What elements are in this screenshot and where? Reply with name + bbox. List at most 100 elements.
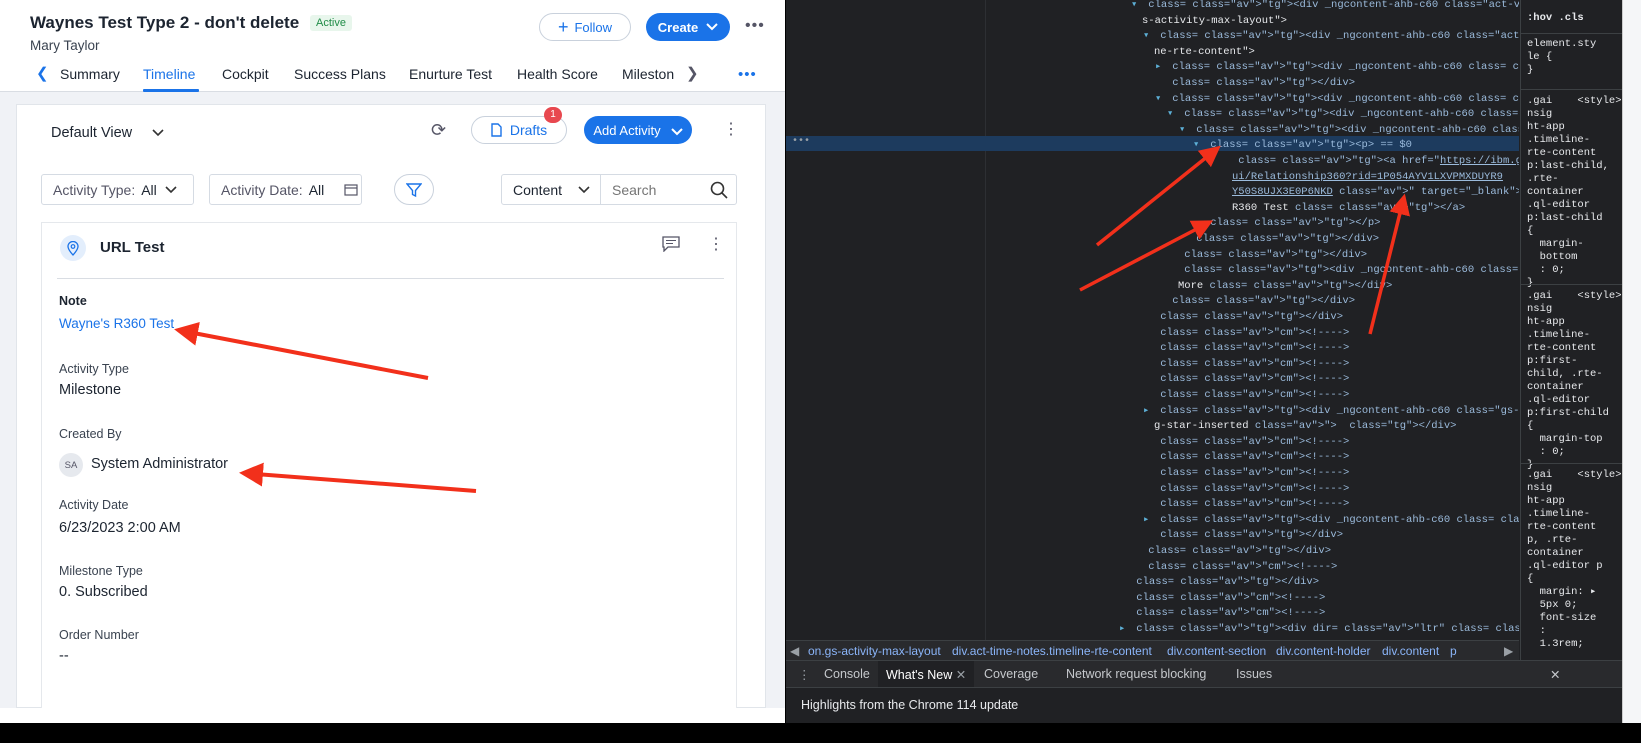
kebab-menu-icon[interactable]: ⋮: [723, 119, 739, 139]
tab-summary[interactable]: Summary: [60, 66, 120, 82]
more-tabs-icon[interactable]: •••: [738, 66, 757, 83]
node-actions-icon[interactable]: •••: [792, 136, 810, 147]
tab-network-request-blocking[interactable]: Network request blocking: [1066, 667, 1206, 681]
dom-node-line[interactable]: class= class="av">"cm"><!---->: [1154, 482, 1349, 498]
dom-node-line[interactable]: Y50S8UJX3E0P6NKD class="av">" target="_b…: [1232, 185, 1519, 201]
dom-node-line[interactable]: class= class="av">"cm"><!---->: [1154, 435, 1349, 451]
chevron-right-icon[interactable]: ❯: [686, 64, 699, 82]
note-link[interactable]: Wayne's R360 Test: [59, 316, 174, 331]
filter-icon[interactable]: [394, 174, 434, 205]
crumb-item[interactable]: div.content-holder: [1276, 644, 1371, 658]
dom-node-line[interactable]: ▾ class= class="av">"tg"><p> == $0: [1193, 138, 1412, 154]
expand-caret-icon[interactable]: ▸: [1155, 60, 1161, 76]
dom-node-line[interactable]: class= class="av">"tg"></div>: [1166, 76, 1355, 92]
dom-node-line[interactable]: ▸ class= class="av">"tg"><div dir= class…: [1119, 622, 1519, 638]
dom-node-line[interactable]: class= class="av">"cm"><!---->: [1130, 606, 1325, 622]
expand-caret-icon[interactable]: ▾: [1143, 29, 1149, 45]
tab-issues[interactable]: Issues: [1236, 667, 1272, 681]
dom-node-line[interactable]: ▾ class= class="av">"tg"><div _ngcontent…: [1143, 29, 1519, 45]
create-button[interactable]: Create: [646, 13, 730, 41]
expand-caret-icon[interactable]: ▸: [1119, 622, 1125, 638]
expand-caret-icon[interactable]: ▾: [1193, 138, 1199, 154]
dom-node-line[interactable]: class= class="av">"tg"></div>: [1190, 232, 1379, 248]
crumb-scroll-left-icon[interactable]: ◀: [790, 644, 799, 658]
tab-health-score[interactable]: Health Score: [517, 66, 598, 82]
crumb-item[interactable]: div.act-time-notes.timeline-rte-content: [952, 644, 1152, 658]
dom-node-line[interactable]: class= class="av">"tg"></div>: [1142, 544, 1331, 560]
dom-node-line[interactable]: ▾ class= class="av">"tg"><div _ngcontent…: [1131, 0, 1519, 14]
close-icon[interactable]: ✕: [956, 668, 966, 682]
tab-coverage[interactable]: Coverage: [984, 667, 1038, 681]
dom-node-line[interactable]: class= class="av">"tg"></div>: [1166, 294, 1355, 310]
dom-node-line[interactable]: ▸ class= class="av">"tg"><div _ngcontent…: [1155, 60, 1519, 76]
activity-title: URL Test: [100, 239, 165, 256]
dom-node-line[interactable]: class= class="av">"cm"><!---->: [1154, 388, 1349, 404]
view-selector[interactable]: Default View: [51, 125, 164, 141]
more-options-icon[interactable]: •••: [745, 17, 765, 35]
expand-caret-icon[interactable]: ▾: [1167, 107, 1173, 123]
crumb-item[interactable]: div.content: [1382, 644, 1439, 658]
expand-caret-icon[interactable]: ▾: [1155, 92, 1161, 108]
follow-button[interactable]: + Follow: [539, 13, 631, 41]
dom-node-line[interactable]: More class= class="av">"tg"></div>: [1178, 279, 1392, 295]
activity-date-filter[interactable]: Activity Date: All: [209, 174, 362, 205]
add-activity-button[interactable]: Add Activity: [584, 116, 692, 144]
style-rule[interactable]: .gai <style> nsig ht-app .timeline- rte-…: [1527, 95, 1622, 290]
dom-node-line[interactable]: class= class="av">"cm"><!---->: [1154, 326, 1349, 342]
style-rule[interactable]: .gai <style> nsig ht-app .timeline- rte-…: [1527, 469, 1622, 651]
dom-node-line[interactable]: ne-rte-content">: [1154, 45, 1255, 61]
dom-node-line[interactable]: class= class="av">"cm"><!---->: [1154, 372, 1349, 388]
dom-node-line[interactable]: class= class="av">"tg"></div>: [1130, 575, 1319, 591]
dom-node-line[interactable]: class= class="av">"tg"></p>: [1204, 216, 1380, 232]
search-icon[interactable]: [710, 181, 728, 199]
dom-node-line[interactable]: g-star-inserted class="av">"> class="tg"…: [1154, 419, 1456, 435]
dom-node-line[interactable]: class= class="av">"cm"><!---->: [1154, 497, 1349, 513]
expand-caret-icon[interactable]: ▸: [1143, 513, 1149, 529]
dom-node-line[interactable]: ▾ class= class="av">"tg"><div _ngcontent…: [1179, 123, 1519, 139]
tab-timeline[interactable]: Timeline: [143, 66, 195, 82]
dom-node-line[interactable]: ▸ class= class="av">"tg"><div _ngcontent…: [1143, 404, 1519, 420]
dom-node-line[interactable]: class= class="av">"tg"></div>: [1154, 528, 1343, 544]
style-rule[interactable]: element.sty le { }: [1527, 38, 1596, 77]
search-input[interactable]: [612, 181, 707, 198]
close-drawer-icon[interactable]: ✕: [1550, 667, 1560, 682]
activity-type-filter[interactable]: Activity Type: All: [41, 174, 194, 205]
dom-node-line[interactable]: class= class="av">"tg"><a href="https://…: [1232, 154, 1519, 170]
dom-node-line[interactable]: class= class="av">"cm"><!---->: [1142, 560, 1337, 576]
dom-node-line[interactable]: ui/Relationship360?rid=1P054AYV1LXVPMXDU…: [1232, 170, 1503, 186]
tab-cockpit[interactable]: Cockpit: [222, 66, 269, 82]
crumb-item[interactable]: p: [1450, 644, 1457, 658]
tab-console[interactable]: Console: [824, 667, 870, 681]
comment-icon[interactable]: [662, 236, 680, 252]
dom-node-line[interactable]: ▸ class= class="av">"tg"><div _ngcontent…: [1143, 513, 1519, 529]
dom-node-line[interactable]: R360 Test class= class="av">"tg"></a>: [1232, 201, 1465, 217]
crumb-scroll-right-icon[interactable]: ▶: [1504, 644, 1513, 658]
tab-whats-new[interactable]: What's New ✕: [878, 661, 975, 688]
expand-caret-icon[interactable]: ▾: [1179, 123, 1185, 139]
tab-enurture-test[interactable]: Enurture Test: [409, 66, 492, 82]
crumb-item[interactable]: on.gs-activity-max-layout: [808, 644, 941, 658]
dom-node-line[interactable]: class= class="av">"cm"><!---->: [1154, 357, 1349, 373]
dom-node-line[interactable]: class= class="av">"cm"><!---->: [1154, 450, 1349, 466]
dom-node-line[interactable]: class= class="av">"tg"></div>: [1178, 248, 1367, 264]
dom-node-line[interactable]: ▾ class= class="av">"tg"><div _ngcontent…: [1155, 92, 1519, 108]
dom-node-line[interactable]: class= class="av">"cm"><!---->: [1154, 341, 1349, 357]
tab-milestone[interactable]: Mileston: [622, 66, 674, 82]
dom-node-line[interactable]: class= class="av">"cm"><!---->: [1154, 466, 1349, 482]
drawer-menu-icon[interactable]: ⋮: [798, 667, 811, 682]
crumb-item[interactable]: div.content-section: [1167, 644, 1266, 658]
dom-node-line[interactable]: class= class="av">"cm"><!---->: [1130, 591, 1325, 607]
style-rule[interactable]: .gai <style> nsig ht-app .timeline- rte-…: [1527, 290, 1622, 472]
tab-success-plans[interactable]: Success Plans: [294, 66, 386, 82]
expand-caret-icon[interactable]: ▸: [1143, 404, 1149, 420]
chevron-left-icon[interactable]: ❮: [36, 64, 49, 82]
dom-node-line[interactable]: ▾ class= class="av">"tg"><div _ngcontent…: [1167, 107, 1519, 123]
dom-node-line[interactable]: s-activity-max-layout">: [1142, 14, 1287, 30]
dom-node-line[interactable]: class= class="av">"tg"><div _ngcontent-a…: [1178, 263, 1519, 279]
refresh-icon[interactable]: ⟳: [431, 120, 446, 141]
dom-node-line[interactable]: class= class="av">"tg"></div>: [1154, 310, 1343, 326]
expand-caret-icon[interactable]: ▾: [1131, 0, 1137, 14]
styles-filter-toggles[interactable]: :hov .cls: [1527, 12, 1584, 25]
kebab-menu-icon[interactable]: ⋮: [708, 234, 724, 254]
content-selector[interactable]: Content: [501, 174, 601, 205]
